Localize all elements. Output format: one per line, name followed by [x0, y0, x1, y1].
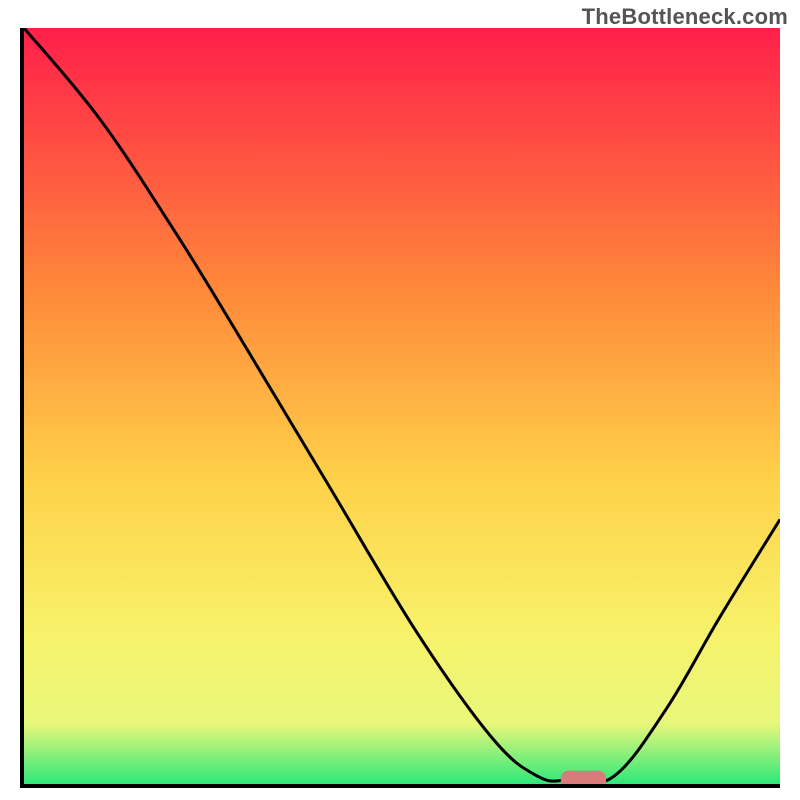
plot-area [24, 28, 780, 784]
chart-container: TheBottleneck.com [0, 0, 800, 800]
gradient-background [24, 28, 780, 784]
optimal-point-marker [561, 771, 606, 784]
watermark-text: TheBottleneck.com [582, 4, 788, 30]
